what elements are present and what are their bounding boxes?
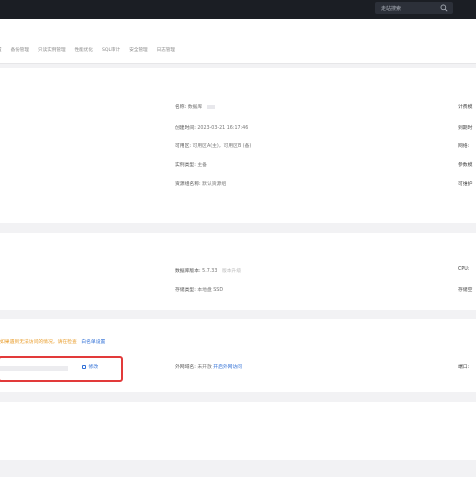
search-placeholder: 走站搜索 [381, 5, 402, 12]
name-value: 数据库 [187, 105, 203, 110]
expire-label: 到期时 [458, 126, 473, 131]
zone-value: 可用区A(主)，可用区B (备) [192, 144, 252, 149]
zone-label: 可用区: [175, 144, 192, 149]
divider [0, 63, 476, 64]
cpu-label: CPU: [458, 267, 470, 272]
external-domain-row: 外网域名: 未开放 开启外网访问 [175, 363, 242, 370]
tab-readonly[interactable]: 只读实例管理 [38, 47, 66, 57]
tab-backup[interactable]: 备份管理 [11, 47, 29, 57]
resource-group-label: 资源组名称: [175, 182, 201, 187]
name-row: 名称: 数据库 [175, 103, 215, 110]
created-row: 创建时间: 2023-03-21 16:17:46 [175, 124, 248, 131]
tab-sql-audit[interactable]: SQL审计 [102, 47, 120, 57]
whitelist-warning: 如果遇到无法访问的情况，请在检查 白名单设置 [0, 338, 105, 345]
blank-card [0, 402, 476, 460]
instance-type-value: 主备 [197, 163, 207, 168]
highlight-box [0, 356, 123, 382]
network-label: 网络: [458, 144, 470, 149]
redacted-value [206, 104, 215, 109]
external-domain-label: 外网域名: [175, 365, 196, 370]
tab-security[interactable]: 安全管理 [129, 47, 147, 57]
upgrade-version-link[interactable]: 版本升级 [222, 269, 241, 274]
param-template-label: 参数模 [458, 163, 473, 168]
billing-label: 计费模 [458, 105, 473, 110]
instance-type-row: 实例类型: 主备 [175, 161, 207, 168]
tab-config[interactable]: 置 [0, 47, 2, 57]
instance-tabs: 置 备份管理 只读实例管理 性能优化 SQL审计 安全管理 日志管理 [0, 47, 184, 57]
db-version-row: 数据库版本: 5.7.33 版本升级 [175, 267, 241, 274]
resource-group-value: 默认资源组 [202, 182, 227, 187]
top-navigation-bar: 走站搜索 [0, 0, 476, 19]
storage-space-label: 存储空 [458, 288, 473, 293]
maintenance-label: 可维护 [458, 182, 473, 187]
enable-external-access-link[interactable]: 开启外网访问 [213, 365, 242, 370]
instance-type-label: 实例类型: [175, 163, 196, 168]
warning-text: 如果遇到无法访问的情况，请在检查 [0, 340, 77, 345]
resource-group-row: 资源组名称: 默认资源组 [175, 180, 226, 187]
db-version-value: 5.7.33 [202, 269, 218, 274]
created-value: 2023-03-21 16:17:46 [197, 126, 249, 131]
storage-value: 本地盘 SSD [197, 288, 224, 293]
tab-logs[interactable]: 日志管理 [157, 47, 175, 57]
external-domain-status: 未开放 [197, 365, 212, 370]
storage-label: 存储类型: [175, 288, 196, 293]
zone-row: 可用区: 可用区A(主)，可用区B (备) [175, 142, 251, 149]
search-icon[interactable] [440, 4, 448, 12]
whitelist-link[interactable]: 白名单设置 [81, 340, 105, 345]
instance-header: 置 备份管理 只读实例管理 性能优化 SQL审计 安全管理 日志管理 [0, 19, 476, 64]
port-label: 端口: [458, 365, 470, 370]
db-version-label: 数据库版本: [175, 269, 201, 274]
tab-performance[interactable]: 性能优化 [75, 47, 93, 57]
name-label: 名称: [175, 105, 187, 110]
created-label: 创建时间: [175, 126, 196, 131]
storage-row: 存储类型: 本地盘 SSD [175, 286, 223, 293]
search-box[interactable]: 走站搜索 [375, 2, 453, 14]
